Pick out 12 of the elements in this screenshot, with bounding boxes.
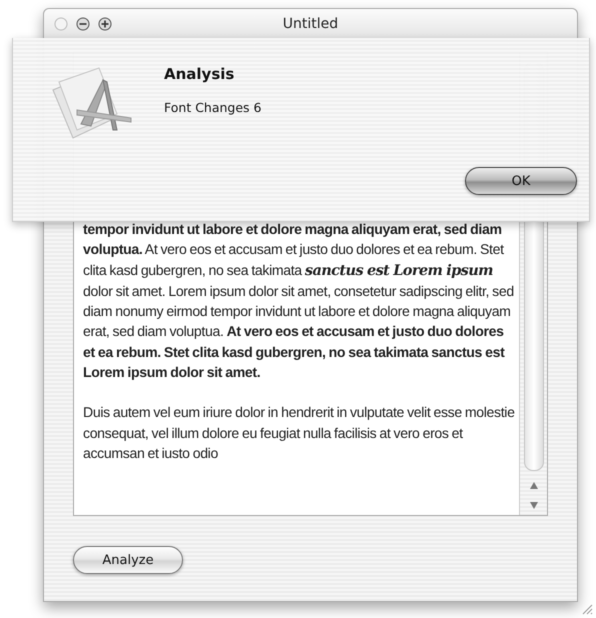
- analyze-button[interactable]: Analyze: [73, 546, 183, 574]
- scroll-up-arrow-icon[interactable]: [530, 482, 538, 488]
- alert-message: Font Changes 6: [164, 100, 262, 115]
- zoom-button-icon[interactable]: [98, 16, 112, 30]
- scroll-down-arrow-icon[interactable]: [530, 502, 538, 508]
- paragraph: Duis autem vel eum iriure dolor in hendrerit in vulputate velit esse molestie consequat, vel illum dolore eu feugiat nulla facilisis at vero eros et accumsan et iusto odio: [83, 403, 515, 463]
- ok-button[interactable]: OK: [465, 167, 577, 195]
- minimize-button-icon[interactable]: [76, 16, 90, 30]
- alert-title: Analysis: [164, 65, 234, 83]
- paragraph: tempor invidunt ut labore et dolore magna aliquyam erat, sed diam voluptua. At vero eos et accusam et justo duo dolores et ea rebum. Stet clita kasd gubergren, no sea takimata sanctus est Lorem ipsum dolor sit amet. Lorem ipsum dolor sit amet, consetetur sadipscing elitr, sed diam nonumy eirmod tempor invidunt ut labore et dolore magna aliquyam erat, sed diam voluptua. At vero eos et accusam et justo duo dolores et ea rebum. Stet clita kasd gubergren, no sea takimata sanctus est Lorem ipsum dolor sit amet.: [83, 220, 515, 382]
- window-title: Untitled: [282, 16, 338, 32]
- resize-grip-icon[interactable]: [581, 603, 593, 615]
